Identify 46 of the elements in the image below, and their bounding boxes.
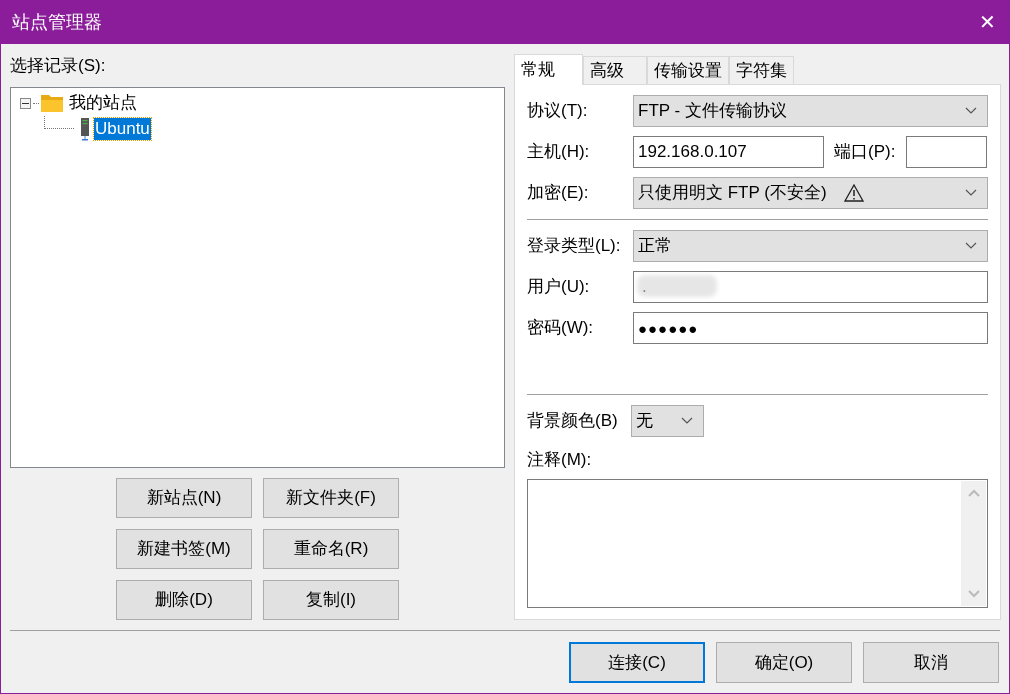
login-type-select[interactable]: 正常 — [633, 230, 988, 262]
collapse-icon[interactable] — [20, 97, 31, 109]
close-button[interactable]: ✕ — [964, 0, 1010, 44]
action-button[interactable]: 删除(D) — [116, 580, 252, 620]
tab[interactable]: 字符集 — [729, 56, 794, 84]
dialog-button[interactable]: 确定(O) — [716, 642, 852, 683]
field-label: 协议(T): — [527, 100, 589, 123]
comment-field[interactable] — [527, 479, 988, 608]
tab[interactable]: 传输设置 — [647, 56, 729, 84]
scroll-up-icon[interactable] — [967, 489, 980, 497]
password-field[interactable]: ●●●●●● — [633, 312, 988, 344]
tree-label: 选择记录(S): — [10, 55, 107, 77]
action-button[interactable]: 新建书签(M) — [116, 529, 252, 569]
server-icon — [80, 117, 90, 141]
action-button[interactable]: 新站点(N) — [116, 478, 252, 518]
field-label: 加密(E): — [527, 182, 590, 205]
field-label: 用户(U): — [527, 276, 591, 299]
chevron-down-icon — [965, 242, 977, 250]
folder-icon — [40, 93, 64, 113]
scroll-down-icon[interactable] — [967, 590, 980, 598]
site-tree[interactable]: 我的站点 Ubuntu — [10, 87, 505, 468]
scrollbar[interactable] — [961, 481, 986, 606]
action-button[interactable]: 复制(I) — [263, 580, 399, 620]
field-label: 主机(H): — [527, 141, 591, 164]
action-button[interactable]: 新文件夹(F) — [263, 478, 399, 518]
tab[interactable]: 常规 — [514, 54, 583, 85]
tree-item[interactable]: Ubuntu — [94, 118, 151, 140]
dialog-button[interactable]: 连接(C) — [569, 642, 705, 683]
window-title: 站点管理器 — [12, 10, 102, 34]
chevron-down-icon — [681, 417, 693, 425]
field-label: 端口(P): — [834, 141, 897, 164]
color-select[interactable]: 无 — [631, 405, 704, 437]
tab[interactable]: 高级 — [583, 56, 647, 84]
action-button[interactable]: 重命名(R) — [263, 529, 399, 569]
host-field[interactable]: 192.168.0.107 — [633, 136, 824, 168]
chevron-down-icon — [965, 107, 977, 115]
field-label: 背景颜色(B) — [527, 410, 619, 433]
encryption-select[interactable]: 只使用明文 FTP (不安全) — [633, 177, 988, 209]
port-field[interactable] — [906, 136, 987, 168]
dialog-button[interactable]: 取消 — [863, 642, 999, 683]
comment-label: 注释(M): — [527, 449, 593, 471]
field-label: 登录类型(L): — [527, 235, 622, 258]
protocol-select[interactable]: FTP - 文件传输协议 — [633, 95, 988, 127]
field-label: 密码(W): — [527, 317, 595, 340]
tree-item[interactable]: 我的站点 — [68, 92, 138, 114]
chevron-down-icon — [965, 189, 977, 197]
